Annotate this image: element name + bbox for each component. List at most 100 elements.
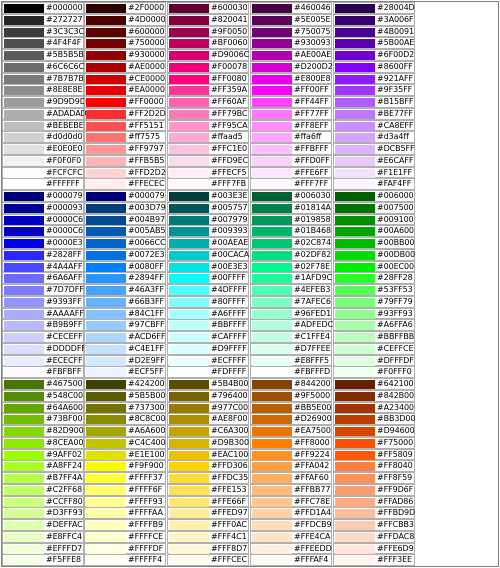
color-hex-label: #4A4AFF [46,261,83,271]
color-hex-label: #DCB5FF [377,144,415,153]
color-hex-label: #02DF82 [294,249,332,259]
color-swatch [86,145,126,154]
color-swatch [252,168,292,178]
color-cell: #FF8000 [250,436,332,449]
color-hex-label: #FF00FF [294,85,329,95]
color-swatch [169,215,209,225]
color-hex-label: #548C00 [46,390,84,400]
color-hex-label: #B15BFF [377,97,414,106]
color-swatch [86,309,126,319]
color-hex-label: #CE0000 [128,73,166,83]
color-swatch [169,203,209,213]
color-swatch [252,15,292,25]
color-swatch [169,427,209,436]
color-cell: #C2FF68 [2,483,84,496]
color-cell: #84C1FF [84,307,166,320]
color-hex-label: #d3a4ff [377,132,409,142]
color-cell: #FF8F59 [333,472,415,484]
color-hex-label: #FFD0FF [294,155,330,165]
color-cell: #E8FFF5 [250,354,332,367]
color-hex-label: #EA7500 [294,426,331,435]
color-cell: #006030 [250,190,332,202]
color-cell: #8600FF [333,60,415,73]
color-cell: #009393 [167,225,249,238]
color-swatch [252,427,292,436]
color-swatch [86,474,126,483]
color-cell: #921AFF [333,72,415,85]
color-cell: #80FFFF [167,295,249,308]
color-hex-label: #930000 [128,50,165,59]
color-cell: #005AB5 [84,225,166,238]
color-swatch [252,368,292,378]
color-cell: #8C8C00 [84,413,166,426]
color-hex-label: #FFD306 [211,461,248,471]
color-cell: #00A600 [333,225,415,238]
color-cell: #FFF8D7 [167,542,249,555]
color-hex-label: #9F5000 [294,390,331,400]
color-swatch [86,521,126,530]
color-cell: #E800E8 [250,72,332,85]
color-cell: #9F5000 [250,389,332,402]
palette-column: #28004D #3A006F #4B0091 #5B00AE #6F00D2 #8600… [333,2,415,191]
color-cell: #73BF00 [2,413,84,426]
color-swatch [4,556,44,566]
color-swatch [169,450,209,460]
color-cell: #0000C6 [2,225,84,238]
color-hex-label: #FFBD9D [377,508,416,518]
color-swatch [252,544,292,554]
color-cell: #424200 [84,378,166,390]
color-swatch [335,415,375,425]
color-hex-label: #FFFF6F [128,484,163,494]
color-swatch [169,250,209,260]
color-swatch [335,51,375,60]
color-swatch [252,274,292,284]
color-cell: #FFA042 [250,460,332,473]
color-swatch [4,321,44,331]
color-cell: #FFE6FF [250,166,332,179]
color-cell: #796400 [167,389,249,402]
color-cell: #DDDDFF [2,342,86,355]
color-swatch [4,180,44,190]
color-swatch [169,556,209,566]
color-hex-label: #FFFFF4 [128,555,163,565]
color-cell: #B15BFF [333,96,415,108]
color-cell: #FFD0FF [250,154,332,167]
color-cell: #D94600 [333,425,415,437]
color-hex-label: #00DB00 [377,249,416,259]
color-swatch [335,403,375,413]
color-cell: #FFD1A4 [250,507,332,520]
color-hex-label: #FFFAF4 [294,555,329,565]
color-swatch [252,391,292,401]
color-hex-label: #FFC78E [294,496,331,506]
color-hex-label: #6A6AFF [46,273,83,283]
color-cell: #EA0000 [84,84,166,97]
color-swatch [4,192,44,201]
color-hex-label: #FF5151 [128,120,164,130]
color-hex-label: #642100 [377,379,414,388]
color-swatch [335,333,375,342]
color-cell: #BF0060 [167,37,249,50]
color-swatch [252,474,292,483]
color-swatch [86,438,126,448]
color-swatch [252,333,292,342]
color-cell: #00EC00 [333,260,415,273]
color-hex-label: #FF77FF [294,108,329,118]
color-hex-label: #750075 [294,26,331,36]
color-swatch [86,356,126,366]
color-cell: #FF0080 [167,72,249,85]
color-cell: #930093 [250,37,332,50]
color-swatch [335,509,375,519]
color-hex-label: #D2E9FF [128,355,165,365]
color-cell: #FFFFB9 [84,519,166,531]
color-swatch [335,145,375,154]
color-swatch [169,74,209,84]
color-swatch [86,427,126,436]
color-cell: #79FF79 [333,295,415,308]
color-cell: #00E3E3 [167,260,249,273]
color-cell: #FF8040 [333,460,415,473]
color-hex-label: #AE0000 [128,61,165,71]
color-hex-label: #CCFF80 [46,496,83,506]
color-hex-label: #5B5B5B [46,50,84,59]
color-hex-label: #2828FF [46,249,82,259]
color-swatch [335,192,375,201]
